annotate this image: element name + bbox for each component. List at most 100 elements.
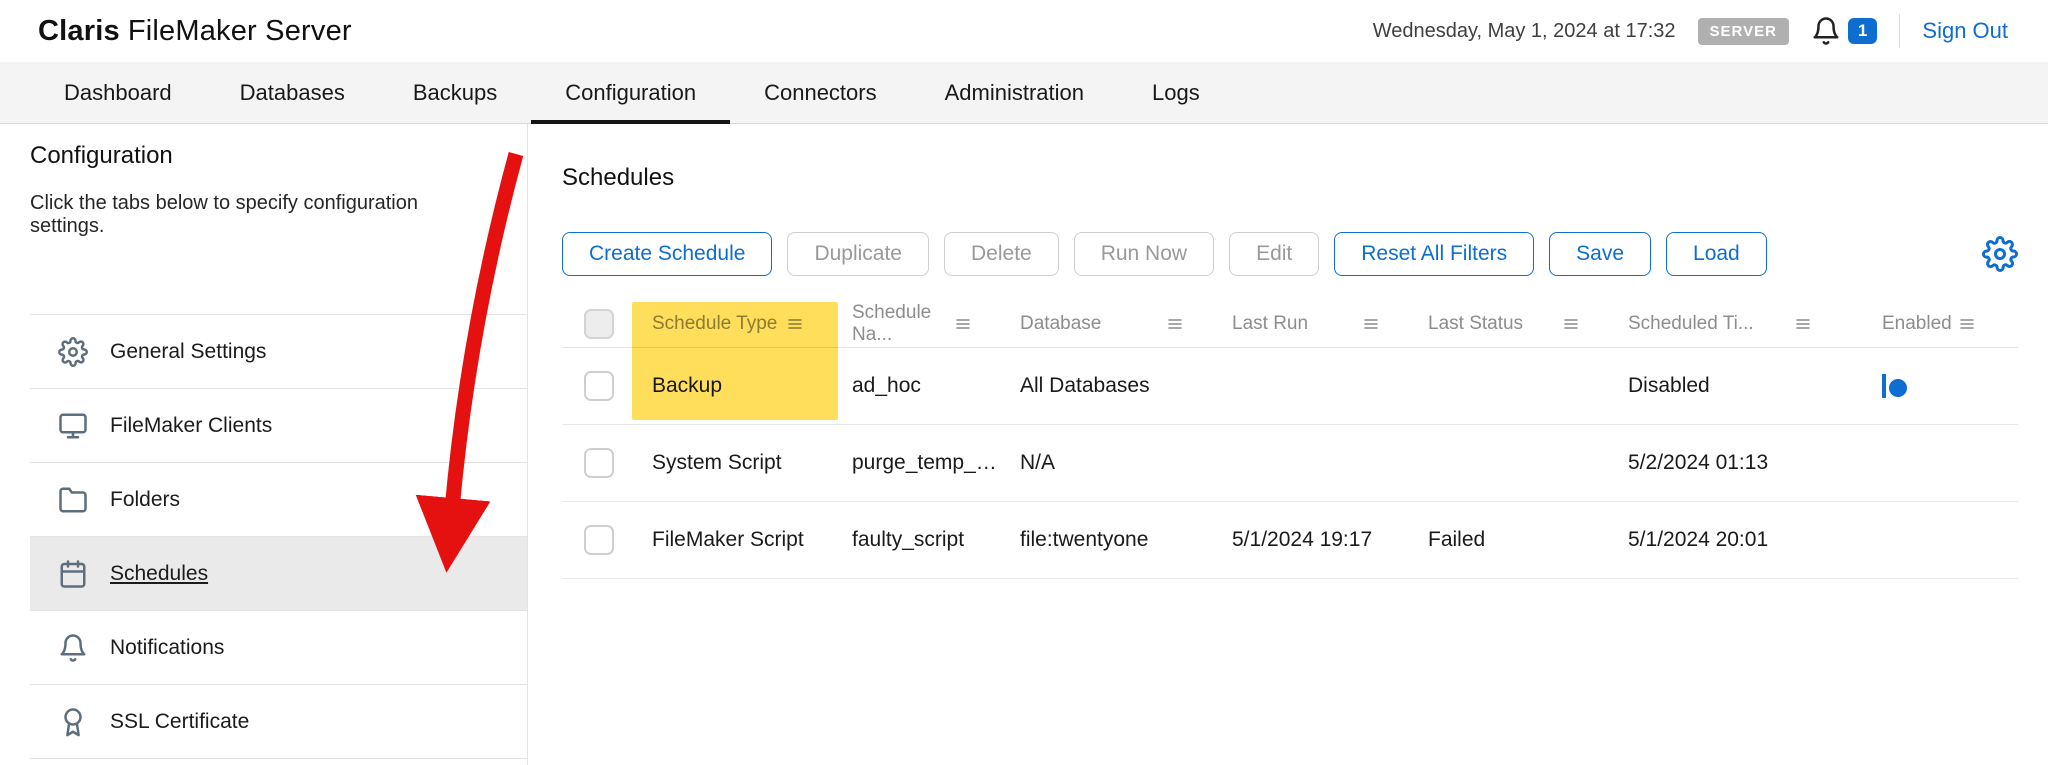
sidebar-item-label: FileMaker Clients <box>110 413 273 437</box>
cell-schedule-type: FileMaker Script <box>652 528 804 551</box>
column-label: Scheduled Ti... <box>1628 312 1754 334</box>
notification-count-badge: 1 <box>1847 18 1878 44</box>
cell-scheduled-time: 5/2/2024 01:13 <box>1628 451 1769 474</box>
column-header-last-status: Last Status <box>1416 313 1616 335</box>
column-label: Last Run <box>1232 312 1309 334</box>
sidebar-item-schedules[interactable]: Schedules <box>30 537 527 611</box>
sidebar-item-general-settings[interactable]: General Settings <box>30 315 527 389</box>
cell-schedule-name: purge_temp_db <box>852 451 1000 474</box>
tab-logs[interactable]: Logs <box>1118 62 1234 123</box>
column-menu-icon[interactable] <box>952 316 974 332</box>
cell-schedule-type: Backup <box>652 374 723 397</box>
server-badge: SERVER <box>1697 17 1789 45</box>
tab-backups[interactable]: Backups <box>379 62 531 123</box>
configuration-sidebar: Configuration Click the tabs below to sp… <box>0 124 528 765</box>
toggle-knob <box>1889 379 1907 397</box>
calendar-icon <box>60 559 86 588</box>
sidebar-item-label: Notifications <box>110 635 225 659</box>
cell-schedule-type: System Script <box>652 451 782 474</box>
column-label: Enabled <box>1882 312 1952 334</box>
load-button[interactable]: Load <box>1666 232 1767 276</box>
cell-last-run: 5/1/2024 19:17 <box>1232 528 1373 551</box>
table-row[interactable]: Backup ad_hoc All Databases Disabled <box>562 348 2018 425</box>
schedules-toolbar: Create Schedule Duplicate Delete Run Now… <box>562 232 2018 276</box>
tab-configuration[interactable]: Configuration <box>531 62 730 124</box>
column-menu-icon[interactable] <box>1164 316 1186 332</box>
sign-out-link[interactable]: Sign Out <box>1922 18 2008 44</box>
tab-dashboard[interactable]: Dashboard <box>30 62 206 123</box>
enabled-toggle[interactable] <box>1882 374 1907 398</box>
sidebar-item-label: Folders <box>110 487 181 511</box>
column-menu-icon[interactable] <box>1956 316 1978 332</box>
bell-icon <box>60 633 86 662</box>
sidebar-subtitle: Click the tabs below to specify configur… <box>30 192 418 237</box>
row-checkbox[interactable] <box>584 448 614 478</box>
column-label: Last Status <box>1428 312 1524 334</box>
table-settings-button[interactable] <box>1982 236 2018 272</box>
edit-button[interactable]: Edit <box>1229 232 1320 276</box>
duplicate-button[interactable]: Duplicate <box>787 232 929 276</box>
sidebar-item-label: General Settings <box>110 339 267 363</box>
header-right-cluster: Wednesday, May 1, 2024 at 17:32 SERVER 1… <box>1373 14 2008 48</box>
bell-icon <box>1813 17 1839 45</box>
page-title: Schedules <box>562 164 675 191</box>
save-button[interactable]: Save <box>1549 232 1652 276</box>
column-menu-icon[interactable] <box>1360 316 1382 332</box>
select-all-checkbox[interactable] <box>584 308 614 339</box>
cell-scheduled-time: Disabled <box>1628 374 1710 397</box>
row-checkbox[interactable] <box>584 371 614 401</box>
sidebar-item-ssl-certificate[interactable]: SSL Certificate <box>30 685 527 759</box>
column-header-schedule-name: Schedule Na... <box>840 302 1008 346</box>
schedules-table: Schedule Type Schedule Na... Database La… <box>562 300 2018 579</box>
reset-all-filters-button[interactable]: Reset All Filters <box>1334 232 1535 276</box>
column-menu-icon[interactable] <box>1792 316 1814 332</box>
cell-scheduled-time: 5/1/2024 20:01 <box>1628 528 1769 551</box>
schedules-panel: Schedules Create Schedule Duplicate Dele… <box>528 124 2048 765</box>
content-area: Configuration Click the tabs below to sp… <box>0 124 2048 765</box>
brand-claris: Claris <box>38 14 120 47</box>
sidebar-item-list: General Settings FileMaker Clients Folde… <box>30 314 527 759</box>
sidebar-title: Configuration <box>30 142 173 169</box>
tab-connectors[interactable]: Connectors <box>730 62 911 123</box>
claris-filemaker-logo: Claris FileMaker Server <box>38 15 352 48</box>
main-nav-tabs: Dashboard Databases Backups Configuratio… <box>0 62 2048 124</box>
sidebar-item-notifications[interactable]: Notifications <box>30 611 527 685</box>
cell-last-status: Failed <box>1428 528 1486 551</box>
notifications-button[interactable]: 1 <box>1811 16 1878 46</box>
table-header-row: Schedule Type Schedule Na... Database La… <box>562 300 2018 348</box>
sidebar-item-filemaker-clients[interactable]: FileMaker Clients <box>30 389 527 463</box>
column-label: Database <box>1020 312 1102 334</box>
column-menu-icon[interactable] <box>1560 316 1582 332</box>
column-header-database: Database <box>1008 313 1220 335</box>
tab-databases[interactable]: Databases <box>206 62 379 123</box>
server-datetime: Wednesday, May 1, 2024 at 17:32 <box>1372 19 1676 42</box>
table-row[interactable]: FileMaker Script faulty_script file:twen… <box>562 502 2018 579</box>
column-header-last-run: Last Run <box>1220 313 1416 335</box>
cell-database: N/A <box>1020 451 1056 474</box>
tab-administration[interactable]: Administration <box>911 62 1118 123</box>
sidebar-item-folders[interactable]: Folders <box>30 463 527 537</box>
create-schedule-button[interactable]: Create Schedule <box>562 232 773 276</box>
column-label: Schedule Na... <box>852 301 932 345</box>
column-header-schedule-type: Schedule Type <box>640 313 840 335</box>
cell-database: All Databases <box>1020 374 1150 397</box>
admin-console-page: Claris FileMaker Server Wednesday, May 1,… <box>0 0 2048 765</box>
sidebar-item-label: SSL Certificate <box>110 709 250 733</box>
clients-icon <box>59 413 87 438</box>
gear-icon <box>1982 236 2018 272</box>
gear-icon <box>58 336 88 367</box>
header-divider <box>1899 14 1901 48</box>
delete-button[interactable]: Delete <box>944 232 1059 276</box>
row-checkbox[interactable] <box>584 525 614 555</box>
column-label: Schedule Type <box>652 312 778 334</box>
column-menu-icon[interactable] <box>784 316 806 332</box>
app-header: Claris FileMaker Server Wednesday, May 1,… <box>0 0 2048 62</box>
cell-schedule-name: ad_hoc <box>852 374 921 397</box>
brand-product: FileMaker Server <box>127 14 352 47</box>
table-row[interactable]: System Script purge_temp_db N/A 5/2/2024… <box>562 425 2018 502</box>
column-header-scheduled-time: Scheduled Ti... <box>1616 313 1848 335</box>
column-header-enabled: Enabled <box>1848 313 2018 335</box>
run-now-button[interactable]: Run Now <box>1073 232 1215 276</box>
folder-icon <box>59 487 87 512</box>
cell-schedule-name: faulty_script <box>852 528 965 551</box>
